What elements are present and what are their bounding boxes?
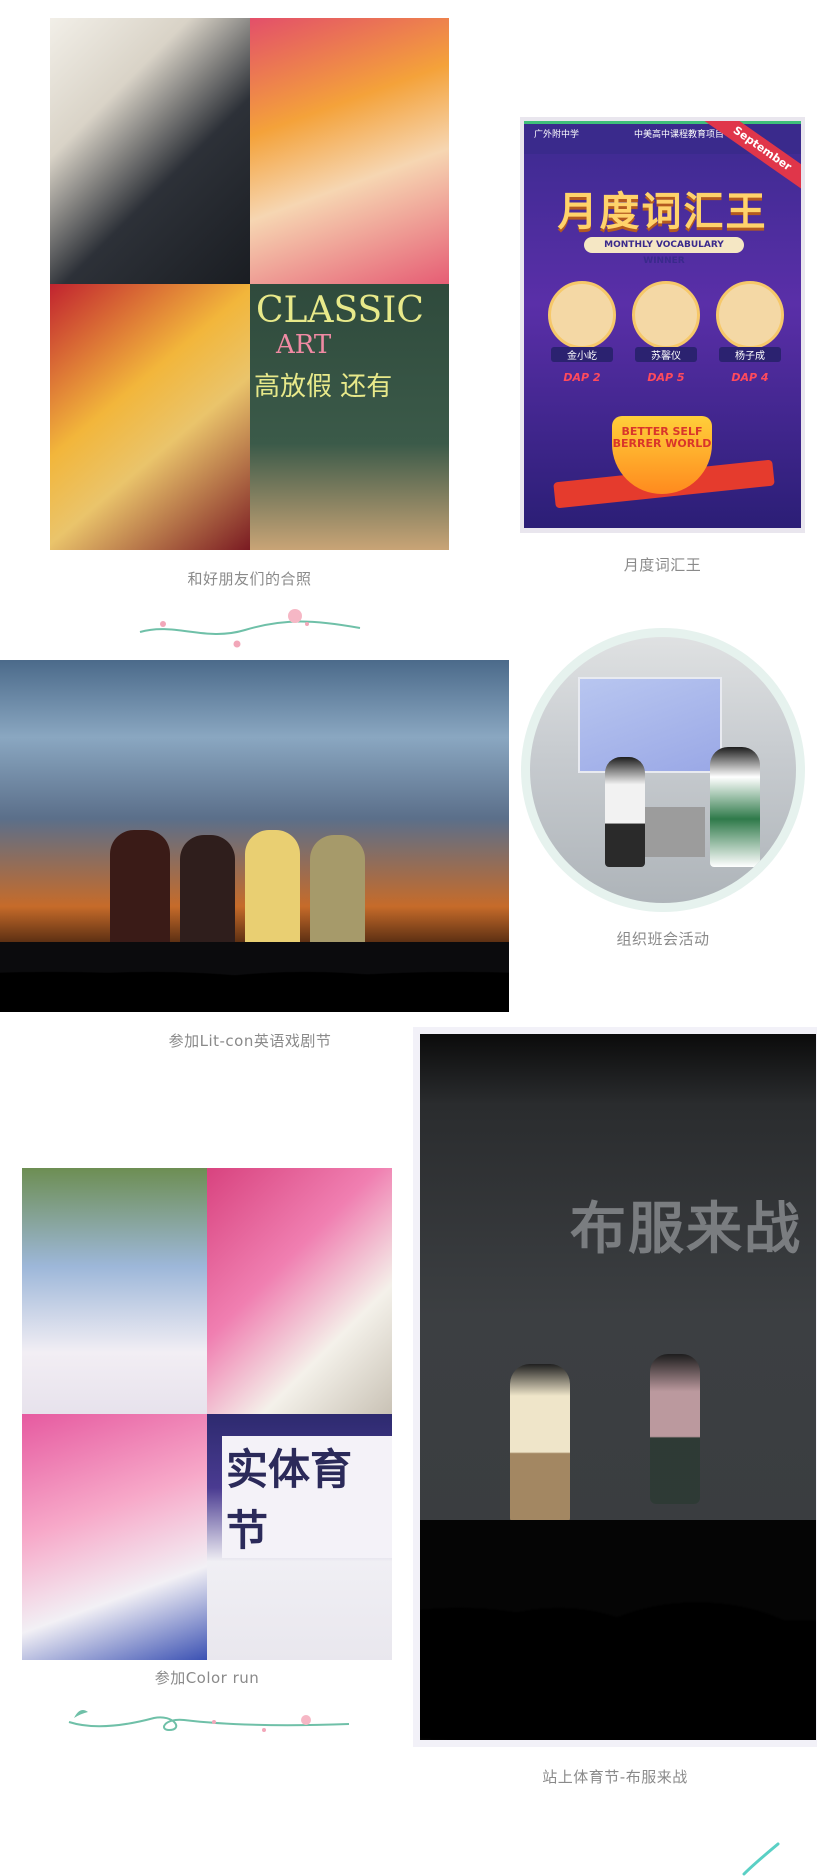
color-run-pair-photo (207, 1168, 392, 1414)
runway-photo[interactable]: 布服来战 (420, 1034, 816, 1740)
school-logo: 广外附中学 (534, 130, 580, 140)
sports-festival-banner: 实体育节 (222, 1436, 392, 1558)
audience-silhouettes (420, 1520, 816, 1740)
caption-friends-photo: 和好朋友们的合照 (187, 570, 312, 588)
student-presenter-2 (710, 747, 760, 867)
runway-student-front (510, 1364, 570, 1524)
runway-sign-text: 布服来战 (570, 1197, 802, 1262)
trophy-text: BETTER SELF BERRER WORLD (612, 425, 712, 450)
winner-avatar-1 (548, 281, 616, 349)
litcon-stage-photo[interactable] (0, 660, 509, 1012)
photo-album-image (50, 18, 250, 284)
caption-class-meeting: 组织班会活动 (616, 930, 710, 948)
winner-name-2: 苏馨仪 (635, 347, 697, 362)
performer-1 (110, 830, 170, 960)
vocab-poster[interactable]: 广外附中学 中美高中课程教育项目 September 月度词汇王 MONTHLY… (524, 121, 801, 528)
performer-3 (245, 830, 300, 960)
friends-photo-collage[interactable]: CLASSIC ART 高放假 还有 (50, 18, 449, 550)
decorative-wave-divider-2 (68, 1710, 350, 1732)
chalkboard-image: CLASSIC ART 高放假 还有 (250, 284, 449, 550)
color-run-group-photo (22, 1168, 207, 1414)
corner-accent-stroke (742, 1842, 780, 1876)
caption-runway: 站上体育节-布服来战 (542, 1768, 688, 1786)
winner-name-3: 杨子成 (719, 347, 781, 362)
chalk-text-chinese: 高放假 还有 (254, 372, 393, 402)
winner-avatar-3 (716, 281, 784, 349)
projector-screen (578, 677, 722, 773)
poster-title: 月度词汇王 (557, 189, 768, 235)
winner-dap-2: DAP 5 (647, 371, 685, 384)
winner-dap-3: DAP 4 (731, 371, 769, 384)
student-presenter-1 (605, 757, 645, 867)
color-run-collage[interactable]: 实体育节 (22, 1168, 392, 1660)
class-meeting-photo[interactable] (530, 637, 796, 903)
color-run-track-photo (22, 1414, 207, 1660)
chalk-text-classic: CLASSIC (256, 290, 424, 331)
podium (645, 807, 705, 857)
caption-vocab-king: 月度词汇王 (623, 556, 702, 574)
runway-student-back (650, 1354, 700, 1504)
program-logo: 中美高中课程教育项目 (634, 130, 725, 140)
winner-dap-1: DAP 2 (563, 371, 601, 384)
instant-camera-photos-image (250, 18, 449, 284)
chalk-text-art: ART (276, 330, 332, 360)
poster-subtitle: MONTHLY VOCABULARY WINNER (584, 237, 744, 266)
winner-name-1: 金小屹 (551, 347, 613, 362)
caption-color-run: 参加Color run (154, 1669, 260, 1687)
snacks-polaroid-image (50, 284, 250, 550)
decorative-wave-divider (139, 609, 361, 648)
audience-silhouettes (0, 942, 509, 1012)
winner-avatar-2 (632, 281, 700, 349)
